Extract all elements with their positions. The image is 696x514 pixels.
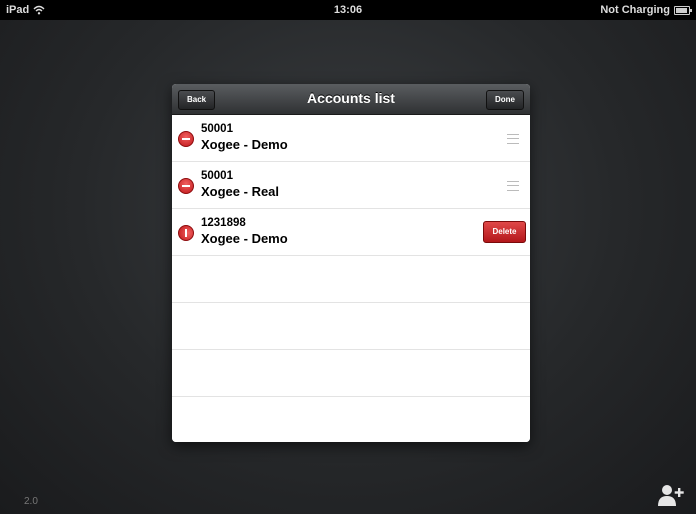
status-right: Not Charging	[600, 4, 692, 16]
accounts-modal: Back Accounts list Done 50001 Xogee - De…	[172, 84, 530, 442]
account-info: 1231898 Xogee - Demo	[201, 216, 288, 246]
account-row[interactable]: 1231898 Xogee - Demo Delete	[172, 209, 530, 256]
account-row[interactable]: 50001 Xogee - Demo	[172, 115, 530, 162]
account-name: Xogee - Real	[201, 184, 280, 199]
done-button[interactable]: Done	[486, 90, 524, 110]
status-time: 13:06	[333, 4, 363, 16]
empty-row	[172, 256, 530, 303]
reorder-grip-icon[interactable]	[507, 181, 519, 191]
account-number: 50001	[201, 170, 233, 182]
account-row[interactable]: 50001 Xogee - Real	[172, 162, 530, 209]
modal-title: Accounts list	[307, 90, 395, 106]
minus-circle-icon[interactable]	[178, 178, 194, 194]
reorder-grip-icon[interactable]	[507, 134, 519, 144]
minus-circle-icon[interactable]	[178, 225, 194, 241]
battery-status-label: Not Charging	[600, 4, 670, 16]
account-number: 1231898	[201, 217, 246, 229]
status-bar: iPad 13:06 Not Charging	[0, 0, 696, 20]
account-info: 50001 Xogee - Real	[201, 169, 279, 199]
account-number: 50001	[201, 123, 233, 135]
modal-navbar: Back Accounts list Done	[172, 84, 530, 115]
empty-row	[172, 397, 530, 442]
minus-circle-icon[interactable]	[178, 131, 194, 147]
account-name: Xogee - Demo	[201, 137, 288, 152]
version-label: 2.0	[24, 496, 38, 507]
add-user-icon[interactable]	[656, 483, 686, 507]
account-info: 50001 Xogee - Demo	[201, 122, 288, 152]
battery-icon	[674, 5, 692, 15]
delete-button[interactable]: Delete	[483, 221, 526, 243]
account-name: Xogee - Demo	[201, 231, 288, 246]
empty-row	[172, 350, 530, 397]
empty-row	[172, 303, 530, 350]
